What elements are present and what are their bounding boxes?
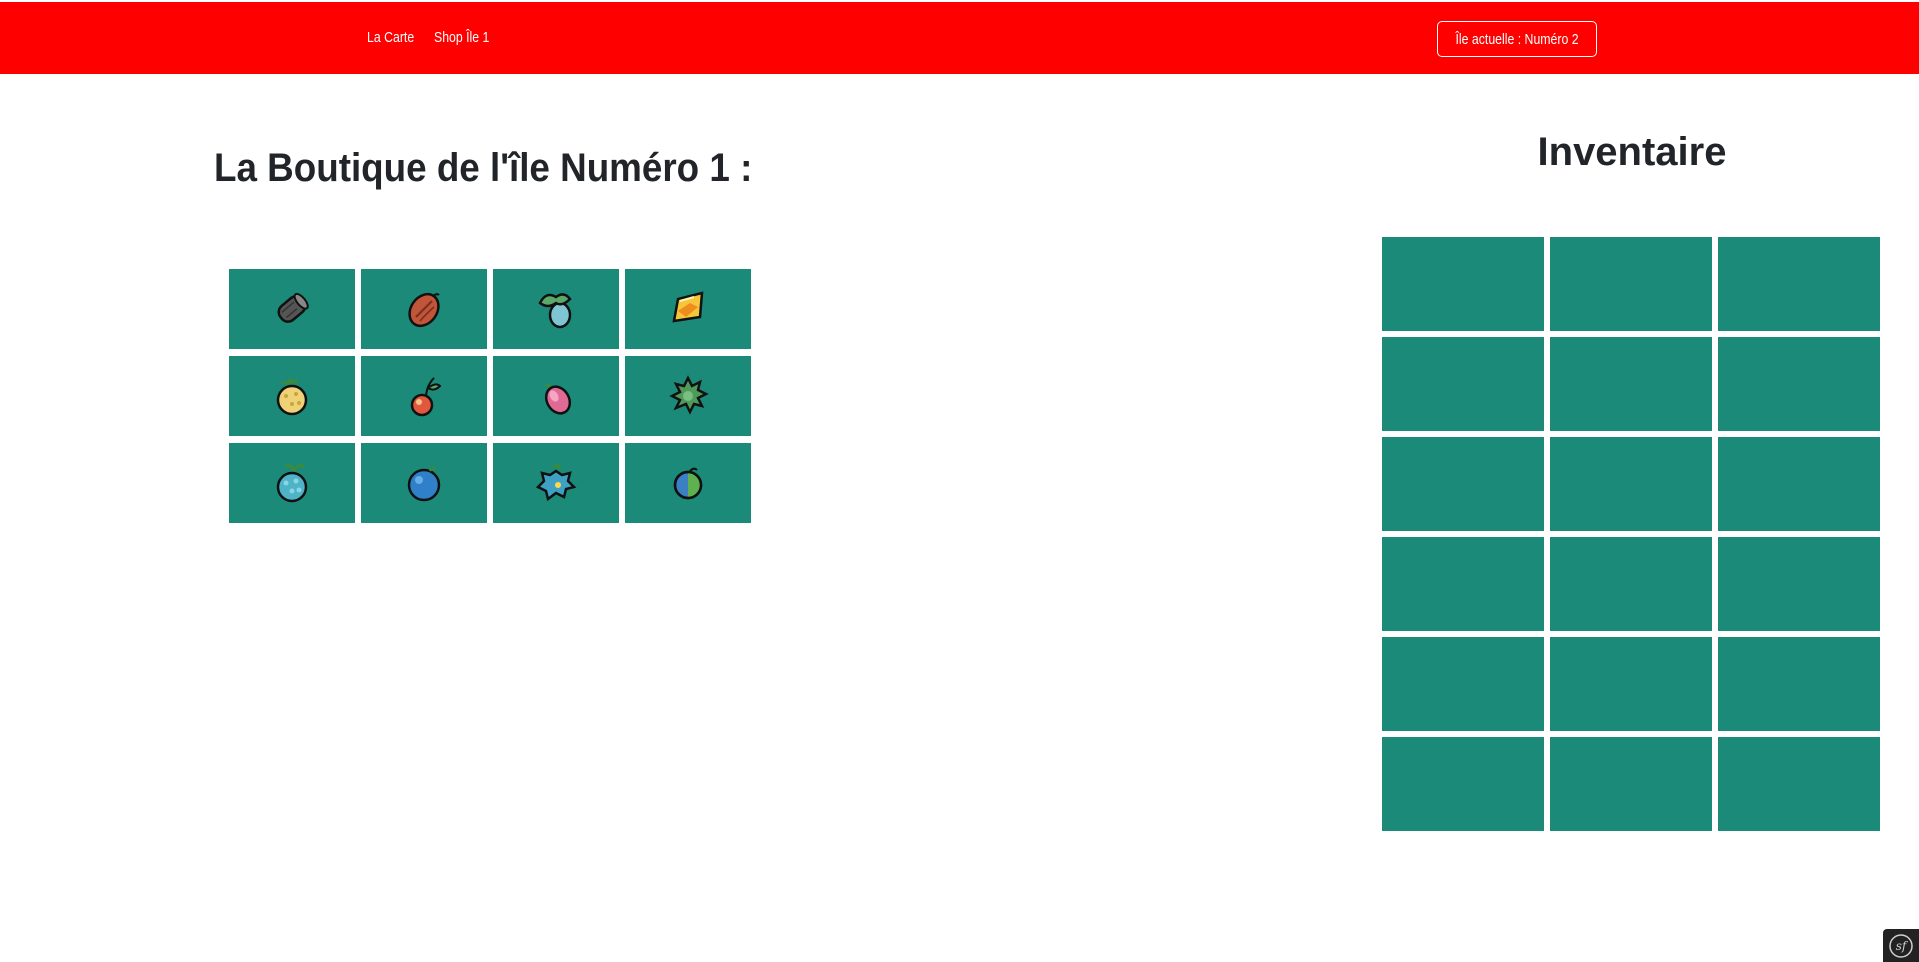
inventory-slot[interactable] [1718,237,1880,331]
inventory-grid [1382,237,1880,831]
nav-link-shop[interactable]: Shop Île 1 [434,29,489,46]
inventory-slot[interactable] [1382,737,1544,831]
inventory-slot[interactable] [1382,637,1544,731]
charcoal-log-icon [277,292,309,323]
inventory-slot[interactable] [1718,337,1880,431]
blue-berry-icon [407,467,441,502]
red-cherry-berry-icon [410,377,442,417]
current-island-button[interactable]: Île actuelle : Numéro 2 [1437,21,1597,57]
blue-berry-with-leaves-icon [538,293,572,329]
inventory-slot[interactable] [1382,337,1544,431]
inventory-slot[interactable] [1550,237,1712,331]
symfony-debug-toolbar-toggle[interactable]: sf [1883,929,1919,962]
nav-link-map[interactable]: La Carte [367,29,414,46]
shop-item[interactable] [229,443,355,523]
shop-item[interactable] [493,443,619,523]
svg-text:sf: sf [1896,939,1909,953]
inventory-slot[interactable] [1382,237,1544,331]
brown-seed-icon [408,292,440,328]
shop-item[interactable] [361,443,487,523]
green-spiky-berry-icon [669,375,709,415]
shop-item[interactable] [361,269,487,349]
shop-item[interactable] [229,269,355,349]
inventory-slot[interactable] [1382,537,1544,631]
inventory-slot[interactable] [1718,737,1880,831]
inventory-slot[interactable] [1382,437,1544,531]
shop-grid [229,269,751,523]
blue-spiky-berry-icon [535,463,577,502]
symfony-sf-icon: sf [1889,933,1913,958]
inventory-slot[interactable] [1718,437,1880,531]
shop-item[interactable] [625,269,751,349]
yellow-bumpy-berry-icon [276,377,308,416]
shop-title: La Boutique de l'île Numéro 1 : [214,146,753,190]
inventory-slot[interactable] [1550,337,1712,431]
inventory-title: Inventaire [1537,130,1727,174]
shop-item[interactable] [493,269,619,349]
yellow-shard-icon [672,291,704,323]
inventory-slot[interactable] [1550,737,1712,831]
inventory-slot[interactable] [1550,537,1712,631]
pink-berry-icon [544,382,572,415]
inventory-slot[interactable] [1718,637,1880,731]
current-island-label: Île actuelle : Numéro 2 [1455,30,1579,48]
shop-item[interactable] [625,356,751,436]
blue-green-berry-icon [673,467,703,500]
inventory-slot[interactable] [1550,437,1712,531]
shop-item[interactable] [493,356,619,436]
inventory-slot[interactable] [1718,537,1880,631]
inventory-slot[interactable] [1550,637,1712,731]
shop-item[interactable] [361,356,487,436]
shop-item[interactable] [229,356,355,436]
shop-item[interactable] [625,443,751,523]
teal-bumpy-berry-icon [276,464,308,503]
top-navbar: La Carte Shop Île 1 Île actuelle : Numér… [0,2,1919,74]
